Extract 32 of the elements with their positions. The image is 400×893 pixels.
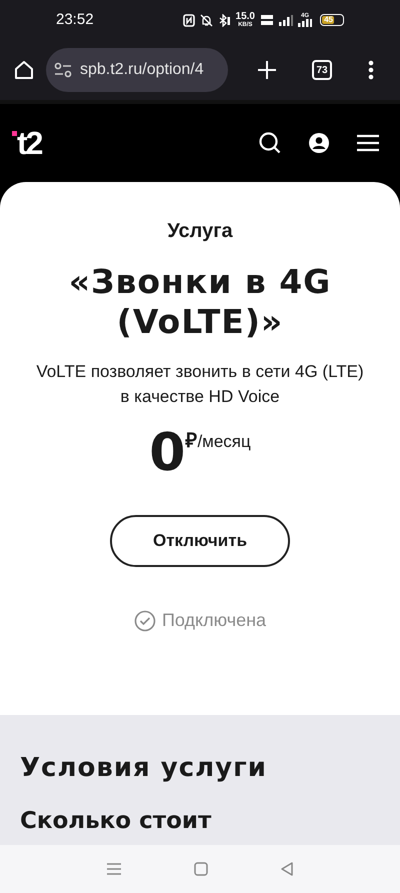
profile-icon[interactable] xyxy=(308,132,330,154)
service-description: VoLTE позволяет звонить в сети 4G (LTE) в качестве HD Voice xyxy=(35,361,365,408)
home-icon[interactable] xyxy=(12,58,36,82)
search-icon[interactable] xyxy=(258,131,282,155)
disconnect-button[interactable]: Отключить xyxy=(110,515,290,567)
muted-bell-icon xyxy=(200,14,213,26)
price-value: 0 xyxy=(149,431,186,475)
speed-value: 15.0 xyxy=(236,12,255,22)
battery-indicator: 45 xyxy=(320,14,344,26)
connection-status: Подключена xyxy=(162,609,266,632)
section-subheading: Сколько стоит xyxy=(20,807,212,836)
price-period: /месяц xyxy=(197,433,251,450)
recent-apps-icon[interactable] xyxy=(106,862,122,876)
service-label: Услуга xyxy=(167,219,233,244)
site-settings-icon[interactable] xyxy=(54,62,72,78)
more-menu-icon[interactable] xyxy=(368,60,374,80)
service-title: «Звонки в 4G (VoLTE)» xyxy=(68,262,332,342)
home-button-icon[interactable] xyxy=(194,862,208,876)
back-icon[interactable] xyxy=(280,862,294,876)
nfc-icon xyxy=(182,14,195,26)
address-bar[interactable]: spb.t2.ru/option/4 xyxy=(46,48,228,92)
t2-logo[interactable]: t2 xyxy=(12,127,42,159)
menu-icon[interactable] xyxy=(356,134,380,152)
bluetooth-icon xyxy=(218,14,231,26)
tab-count-button[interactable]: 73 xyxy=(312,60,332,80)
section-heading: Условия услуги xyxy=(20,752,268,785)
status-time: 23:52 xyxy=(56,10,94,30)
signal-icon xyxy=(298,19,312,27)
plus-icon[interactable] xyxy=(256,59,278,81)
currency-symbol: ₽ xyxy=(185,431,198,451)
url-text: spb.t2.ru/option/4 xyxy=(80,60,204,80)
signal-icon xyxy=(279,14,293,26)
